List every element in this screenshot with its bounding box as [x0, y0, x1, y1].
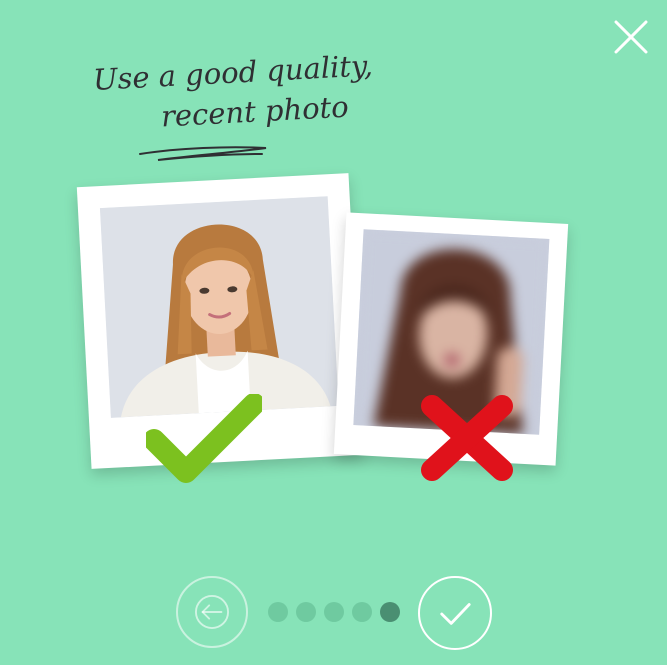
good-photo	[99, 196, 339, 418]
page-dot-4[interactable]	[352, 602, 372, 622]
page-dot-1[interactable]	[268, 602, 288, 622]
page-dot-3[interactable]	[324, 602, 344, 622]
close-button[interactable]	[612, 18, 650, 56]
tip-headline: Use a good quality, recent photo	[92, 43, 426, 140]
close-icon	[614, 20, 648, 54]
underline-scribble	[139, 146, 267, 161]
pagination-dots	[268, 602, 400, 622]
previous-button[interactable]	[176, 576, 248, 648]
confirm-button[interactable]	[418, 576, 492, 650]
page-dot-5[interactable]	[380, 602, 400, 622]
checkmark-icon	[146, 394, 262, 483]
checkmark-icon	[440, 603, 471, 625]
arrow-left-icon	[195, 595, 229, 629]
photo-tips-screen: Use a good quality, recent photo	[0, 0, 667, 665]
page-dot-2[interactable]	[296, 602, 316, 622]
x-icon	[421, 395, 513, 481]
